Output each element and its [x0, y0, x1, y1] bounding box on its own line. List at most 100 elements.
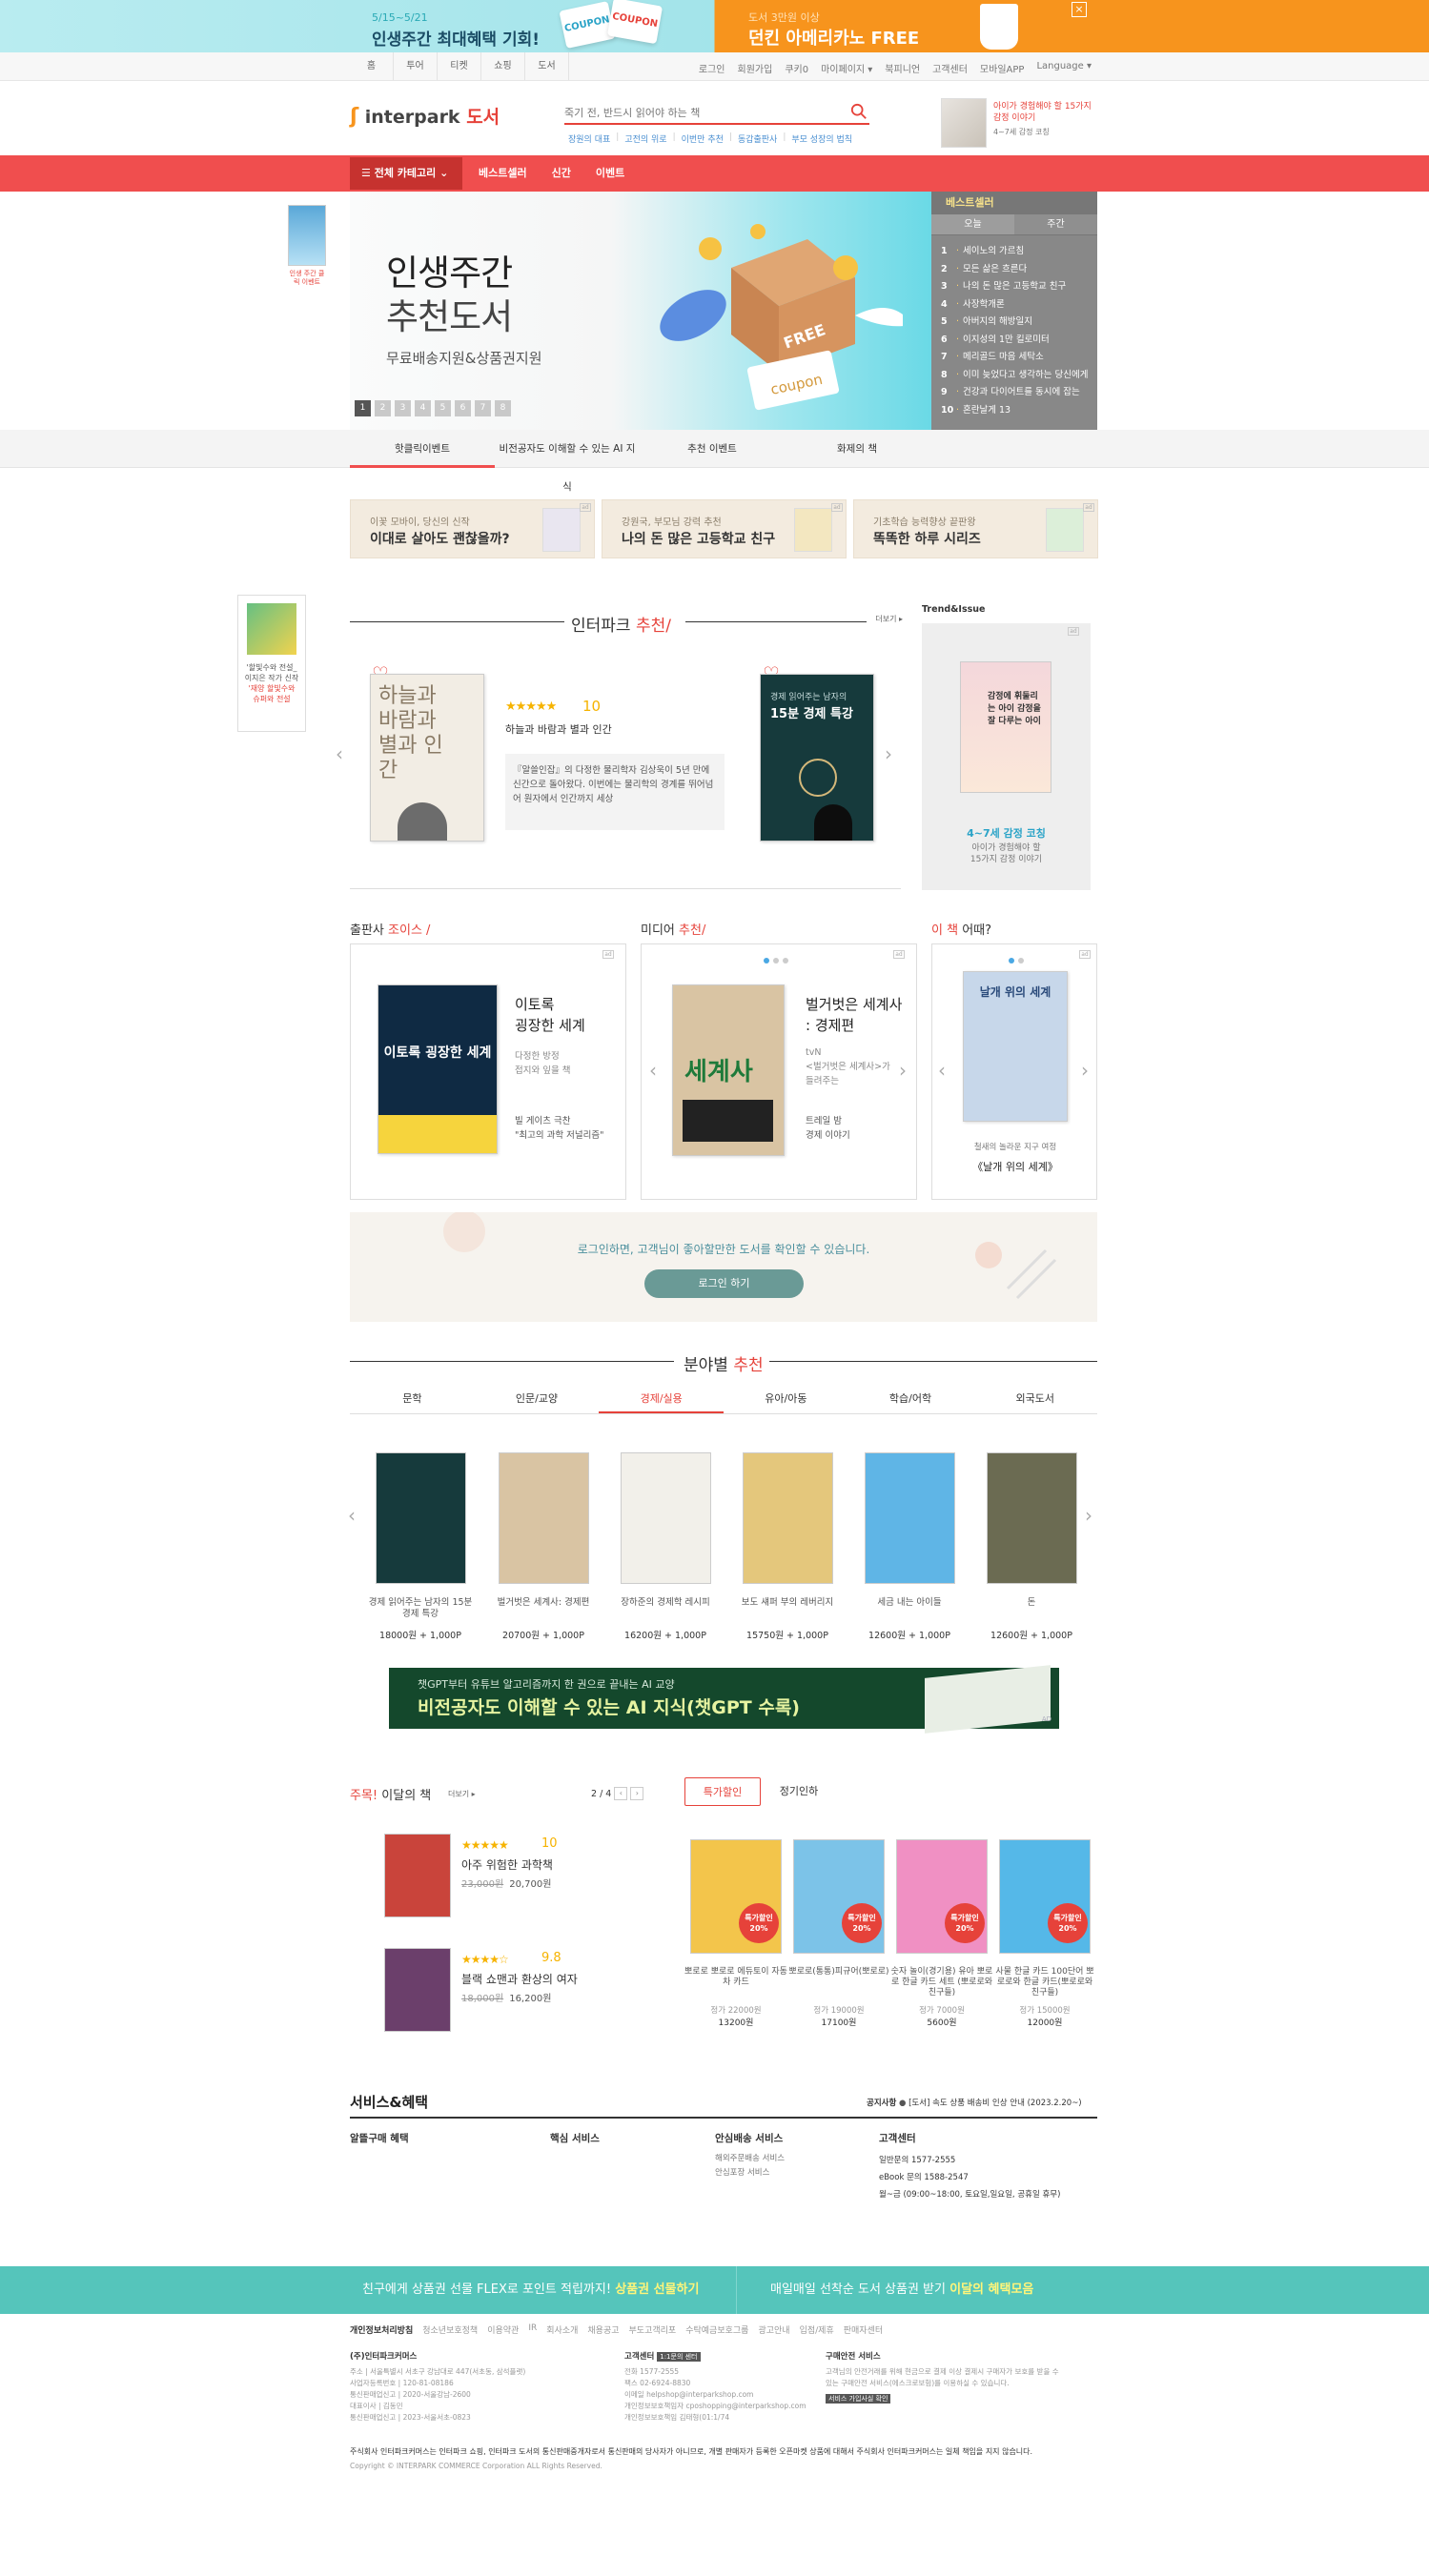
chevron-left-icon[interactable]: ‹	[938, 1059, 946, 1082]
keyword-link[interactable]: 동갑출판사	[738, 132, 777, 145]
bestseller-item[interactable]: 5 · 아버지의 해방일지	[941, 314, 1093, 332]
nav-event[interactable]: 이벤트	[596, 155, 624, 192]
ai-book-banner[interactable]: 챗GPT부터 유튜브 알고리즘까지 한 권으로 끝내는 AI 교양 비전공자도 …	[389, 1665, 1059, 1734]
bestseller-item[interactable]: 3 · 나의 돈 많은 고등학교 친구	[941, 278, 1093, 296]
top-promo-banner[interactable]: 5/15~5/21 인생주간 최대혜택 기회! COUPON COUPON 도서…	[0, 0, 1429, 52]
trend-book-cover[interactable]: 감정에 휘둘리는 아이 감정을 잘 다루는 아이	[960, 661, 1051, 793]
deal-item[interactable]: 특가할인 20% 숫자 놀이(경기용) 유아 뽀로로 한글 카드 세트 (뽀로로…	[890, 1839, 993, 2028]
customer-center-link[interactable]: 고객센터	[932, 61, 968, 75]
next-page-button[interactable]: ›	[630, 1787, 644, 1800]
chevron-right-icon[interactable]: ›	[1081, 1059, 1089, 1082]
footer-link[interactable]: 이용약관	[487, 2323, 519, 2336]
search-icon[interactable]	[850, 103, 868, 120]
tab-book[interactable]: 도서	[525, 52, 569, 80]
keyword-link[interactable]: 이번만 추천	[682, 132, 724, 145]
left-float-ad[interactable]: '할빛수와 전설_ 이지은 작가 신작 '재양 할빛수와 슈퍼와 전설	[237, 595, 306, 732]
login-button[interactable]: 로그인 하기	[644, 1269, 804, 1298]
all-category-button[interactable]: ☰ 전체 카테고리 ⌄	[350, 157, 462, 190]
tab-today[interactable]: 오늘	[931, 214, 1014, 235]
language-select[interactable]: Language ▾	[1036, 61, 1092, 75]
bestseller-item[interactable]: 1 · 세이노의 가르침	[941, 243, 1093, 261]
site-logo[interactable]: ʃ interpark 도서	[350, 103, 500, 129]
footer-link[interactable]: 부도고객리포	[629, 2323, 677, 2336]
footer-link[interactable]: 수탁예금보호그룹	[685, 2323, 748, 2336]
footer-link[interactable]: 입점/제휴	[800, 2323, 834, 2336]
field-book[interactable]: 장하준의 경제학 레시피 16200원 + 1,000P	[613, 1452, 718, 1641]
subtab-recommend-event[interactable]: 추천 이벤트	[640, 430, 785, 468]
trend-issue[interactable]: Trend&Issue ad 감정에 휘둘리는 아이 감정을 잘 다루는 아이 …	[922, 604, 1091, 890]
hero-page-button[interactable]: 5	[435, 400, 451, 416]
keyword-link[interactable]: 부모 성장의 법칙	[791, 132, 852, 145]
keyword-link[interactable]: 장원의 대표	[568, 132, 610, 145]
keyword-link[interactable]: 고전의 위로	[624, 132, 666, 145]
hero-carousel[interactable]: 인생주간 추천도서 무료배송지원&상품권지원 FREE coupon 1 2 3…	[350, 192, 931, 430]
mobile-app-link[interactable]: 모바일APP	[980, 61, 1025, 75]
tab-regular-discount[interactable]: 정기인하	[761, 1777, 837, 1806]
hero-page-button[interactable]: 6	[455, 400, 471, 416]
hero-page-button[interactable]: 3	[395, 400, 411, 416]
left-float-banner[interactable]: 인생 주간 클릭 이벤트	[288, 205, 326, 296]
chevron-right-icon[interactable]: ›	[1085, 1504, 1092, 1527]
deal-item[interactable]: 특가할인 20% 뽀로로 뽀로로 에듀토이 자동차 카드 정가 22000원 1…	[684, 1839, 787, 2028]
field-book[interactable]: 벌거벗은 세계사: 경제편 20700원 + 1,000P	[491, 1452, 596, 1641]
signup-link[interactable]: 회원가입	[738, 61, 773, 75]
footer-link[interactable]: 청소년보호정책	[422, 2323, 478, 2336]
service-link[interactable]: 해외주문배송 서비스	[715, 2152, 785, 2166]
promo-banner[interactable]: 기초학습 능력향상 끝판왕 똑똑한 하루 시리즈 ad	[853, 499, 1098, 558]
prev-page-button[interactable]: ‹	[614, 1787, 628, 1800]
book-cover[interactable]: 날개 위의 세계	[963, 971, 1068, 1122]
subtab-hot-event[interactable]: 핫클릭이벤트	[350, 430, 495, 468]
chevron-left-icon[interactable]: ‹	[348, 1504, 356, 1527]
tab-home[interactable]: 홈	[350, 52, 394, 80]
book-title[interactable]: 하늘과 바람과 별과 인간	[505, 721, 612, 737]
deal-item[interactable]: 특가할인 20% 뽀로로(통통)피규어(뽀로로) 정가 19000원 17100…	[787, 1839, 890, 2028]
notice[interactable]: 공지사항 ● [도서] 속도 상품 배송비 인상 안내 (2023.2.20~)	[867, 2097, 1082, 2108]
bestseller-item[interactable]: 4 · 사장학개론	[941, 296, 1093, 314]
nav-new[interactable]: 신간	[552, 155, 571, 192]
tab-literature[interactable]: 문학	[350, 1384, 475, 1413]
book-cover[interactable]: 이토록 굉장한 세계	[378, 984, 498, 1154]
search-input[interactable]	[564, 102, 841, 123]
promo-banner[interactable]: 강원국, 부모님 강력 추천 나의 돈 많은 고등학교 친구 ad	[602, 499, 847, 558]
hero-page-button[interactable]: 8	[495, 400, 511, 416]
tab-economy[interactable]: 경제/실용	[599, 1384, 725, 1413]
tab-special-discount[interactable]: 특가할인	[684, 1777, 761, 1806]
bestseller-item[interactable]: 8 · 이미 늦었다고 생각하는 당신에게	[941, 367, 1093, 385]
monthly-benefit-banner[interactable]: 매일매일 선착순 도서 상품권 받기 이달의 혜택모음	[770, 2266, 1033, 2314]
field-book[interactable]: 보도 섀퍼 부의 레버리지 15750원 + 1,000P	[735, 1452, 840, 1641]
subtab-ai-knowledge[interactable]: 비전공자도 이해할 수 있는 AI 지식	[495, 430, 640, 493]
close-icon[interactable]: ×	[1072, 2, 1087, 17]
book-cover[interactable]: 경제 읽어주는 남자의 15분 경제 특강	[760, 674, 874, 842]
more-link[interactable]: 더보기 ▸	[875, 614, 903, 624]
inquiry-button[interactable]: 1:1문의 센터	[657, 2352, 701, 2362]
bestseller-item[interactable]: 7 · 메리골드 마음 세탁소	[941, 349, 1093, 367]
header-ad[interactable]: 아이가 경험해야 할 15가지 감정 이야기 4~7세 감정 코칭	[941, 98, 1093, 148]
bestseller-item[interactable]: 2 · 모든 삶은 흐른다	[941, 261, 1093, 279]
chevron-right-icon[interactable]: ›	[885, 742, 892, 765]
login-link[interactable]: 로그인	[699, 61, 725, 75]
hero-page-button[interactable]: 1	[355, 400, 371, 416]
field-book[interactable]: 경제 읽어주는 남자의 15분 경제 특강 18000원 + 1,000P	[368, 1452, 473, 1641]
chevron-left-icon[interactable]: ‹	[336, 742, 343, 765]
tab-weekly[interactable]: 주간	[1014, 214, 1097, 235]
trend-title[interactable]: 4~7세 감정 코칭	[922, 825, 1091, 841]
promo-banner[interactable]: 이꽃 모바이, 당신의 신작 이대로 살아도 괜찮을까? ad	[350, 499, 595, 558]
service-link[interactable]: 안심포장 서비스	[715, 2166, 785, 2180]
bestseller-title[interactable]: 베스트셀러	[931, 192, 1097, 214]
footer-link[interactable]: 광고안내	[758, 2323, 789, 2336]
bookpinion-link[interactable]: 북피니언	[885, 61, 920, 75]
tab-tour[interactable]: 투어	[394, 52, 438, 80]
book-cover[interactable]: 세계사	[672, 984, 785, 1156]
footer-link[interactable]: 회사소개	[546, 2323, 578, 2336]
footer-link[interactable]: 채용공고	[587, 2323, 619, 2336]
footer-link[interactable]: 개인정보처리방침	[350, 2323, 413, 2336]
escrow-check-button[interactable]: 서비스 가입사실 확인	[826, 2394, 891, 2404]
field-book[interactable]: 세금 내는 아이들 12600원 + 1,000P	[857, 1452, 962, 1641]
footer-link[interactable]: 판매자센터	[844, 2323, 883, 2336]
tab-humanities[interactable]: 인문/교양	[475, 1384, 600, 1413]
tab-shopping[interactable]: 쇼핑	[481, 52, 525, 80]
book-cover[interactable]: 하늘과 바람과 별과 인간	[370, 674, 484, 842]
hero-page-button[interactable]: 2	[375, 400, 391, 416]
bestseller-item[interactable]: 6 · 이지성의 1만 킬로미터	[941, 332, 1093, 350]
hero-page-button[interactable]: 7	[475, 400, 491, 416]
